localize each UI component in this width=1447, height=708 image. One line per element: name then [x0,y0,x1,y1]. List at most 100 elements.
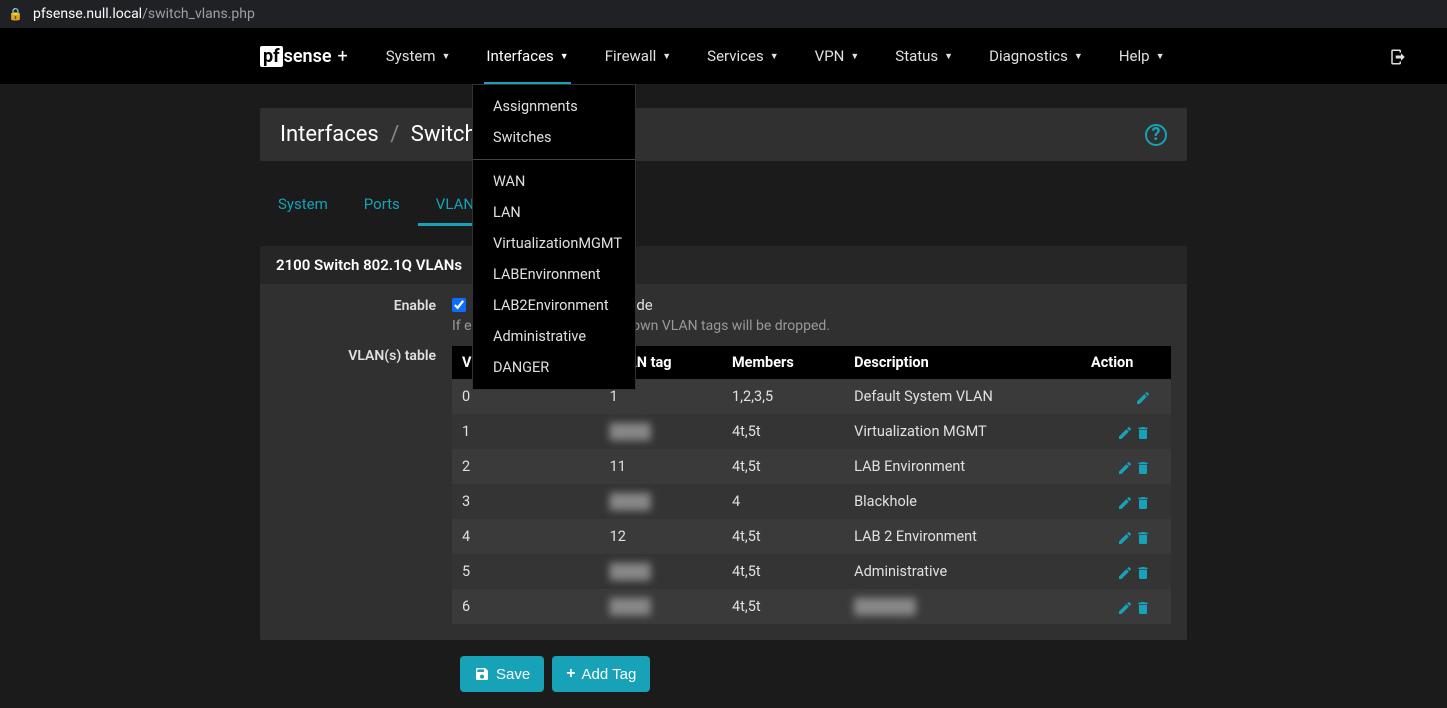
edit-icon[interactable] [1117,562,1133,581]
interfaces-dropdown: AssignmentsSwitches WANLANVirtualization… [472,84,636,390]
logo[interactable]: pfsense + [260,46,348,67]
tab-ports[interactable]: Ports [346,185,418,226]
caret-icon: ▼ [1156,51,1165,62]
tab-system[interactable]: System [260,185,346,226]
edit-icon[interactable] [1135,387,1151,406]
dropdown-item-assignments[interactable]: Assignments [473,91,635,122]
edit-icon[interactable] [1117,597,1133,616]
nav-item-system[interactable]: System▼ [368,28,469,84]
add-tag-button[interactable]: + Add Tag [552,656,650,692]
dropdown-item-administrative[interactable]: Administrative [473,321,635,352]
table-row: 3████4Blackhole [452,484,1171,519]
dropdown-item-danger[interactable]: DANGER [473,352,635,383]
cell-desc: Virtualization MGMT [844,414,1081,449]
nav-item-vpn[interactable]: VPN▼ [797,28,878,84]
dropdown-item-lab2environment[interactable]: LAB2Environment [473,290,635,321]
edit-icon[interactable] [1117,492,1133,511]
breadcrumb-sep: / [390,122,399,147]
delete-icon[interactable] [1135,597,1151,616]
cell-action [1081,484,1171,519]
cell-members: 1,2,3,5 [722,379,844,414]
caret-icon: ▼ [662,51,671,62]
dropdown-item-virtualizationmgmt[interactable]: VirtualizationMGMT [473,228,635,259]
save-button[interactable]: Save [460,656,544,692]
breadcrumb-part2[interactable]: Switch [411,122,477,147]
nav-item-firewall[interactable]: Firewall▼ [587,28,689,84]
nav-items: System▼Interfaces▼Firewall▼Services▼VPN▼… [368,28,1183,84]
cell-members: 4t,5t [722,554,844,589]
dropdown-group1: AssignmentsSwitches [473,91,635,153]
col-desc: Description [844,346,1081,379]
nav-item-services[interactable]: Services▼ [689,28,796,84]
dropdown-group2: WANLANVirtualizationMGMTLABEnvironmentLA… [473,166,635,383]
url-bar: 🔒 pfsense.null.local/switch_vlans.php [0,0,1447,28]
caret-icon: ▼ [1074,51,1083,62]
cell-tag: ████ [600,589,722,624]
logout-icon[interactable] [1389,46,1407,67]
cell-members: 4t,5t [722,519,844,554]
cell-tag: 12 [600,519,722,554]
cell-desc: ██████ [844,589,1081,624]
table-row: 6████4t,5t██████ [452,589,1171,624]
lock-icon: 🔒 [8,7,23,21]
nav-item-interfaces[interactable]: Interfaces▼ [468,28,586,84]
logo-pf: pf [260,46,283,67]
dropdown-item-labenvironment[interactable]: LABEnvironment [473,259,635,290]
cell-group: 1 [452,414,600,449]
delete-icon[interactable] [1135,422,1151,441]
cell-action [1081,554,1171,589]
breadcrumb: Interfaces / Switch [280,122,477,147]
dropdown-item-switches[interactable]: Switches [473,122,635,153]
save-label: Save [496,666,530,683]
panel-header: 2100 Switch 802.1Q VLANs [260,246,1187,284]
url-path: /switch_vlans.php [142,6,255,22]
main-content: Interfaces / Switch ? SystemPortsVLANs 2… [0,108,1447,708]
cell-desc: Blackhole [844,484,1081,519]
nav-item-status[interactable]: Status▼ [877,28,971,84]
dropdown-item-lan[interactable]: LAN [473,197,635,228]
buttons-row: Save + Add Tag [260,640,1187,708]
edit-icon[interactable] [1117,527,1133,546]
help-icon[interactable]: ? [1145,124,1167,146]
cell-action [1081,449,1171,484]
breadcrumb-part1[interactable]: Interfaces [280,122,379,147]
caret-icon: ▼ [560,51,569,62]
delete-icon[interactable] [1135,457,1151,476]
cell-members: 4 [722,484,844,519]
cell-group: 2 [452,449,600,484]
cell-group: 6 [452,589,600,624]
enable-checkbox[interactable] [452,298,466,312]
add-tag-label: Add Tag [582,666,637,683]
cell-desc: Administrative [844,554,1081,589]
caret-icon: ▼ [850,51,859,62]
tabs: SystemPortsVLANs [260,185,1187,226]
nav-item-help[interactable]: Help▼ [1101,28,1183,84]
col-members: Members [722,346,844,379]
col-action: Action [1081,346,1171,379]
url-host: pfsense.null.local [33,6,142,22]
cell-desc: LAB Environment [844,449,1081,484]
vlans-tbody: 011,2,3,5Default System VLAN1████4t,5tVi… [452,379,1171,624]
logo-plus: + [338,46,348,67]
delete-icon[interactable] [1135,527,1151,546]
save-icon [474,665,490,683]
cell-desc: Default System VLAN [844,379,1081,414]
cell-tag: ████ [600,554,722,589]
cell-action [1081,519,1171,554]
dropdown-item-wan[interactable]: WAN [473,166,635,197]
edit-icon[interactable] [1117,457,1133,476]
table-label: VLAN(s) table [276,346,452,624]
cell-members: 4t,5t [722,589,844,624]
panel: 2100 Switch 802.1Q VLANs Enable Enable 8… [260,246,1187,640]
breadcrumb-bar: Interfaces / Switch ? [260,108,1187,161]
logo-sense: sense [284,46,332,67]
delete-icon[interactable] [1135,492,1151,511]
caret-icon: ▼ [770,51,779,62]
delete-icon[interactable] [1135,562,1151,581]
enable-row: Enable Enable 802.1q VLAN mode If enable… [260,284,1187,338]
caret-icon: ▼ [944,51,953,62]
table-section: VLAN(s) table VLAN group VLAN tag Member… [260,338,1187,640]
table-row: 4124t,5tLAB 2 Environment [452,519,1171,554]
nav-item-diagnostics[interactable]: Diagnostics▼ [971,28,1101,84]
edit-icon[interactable] [1117,422,1133,441]
